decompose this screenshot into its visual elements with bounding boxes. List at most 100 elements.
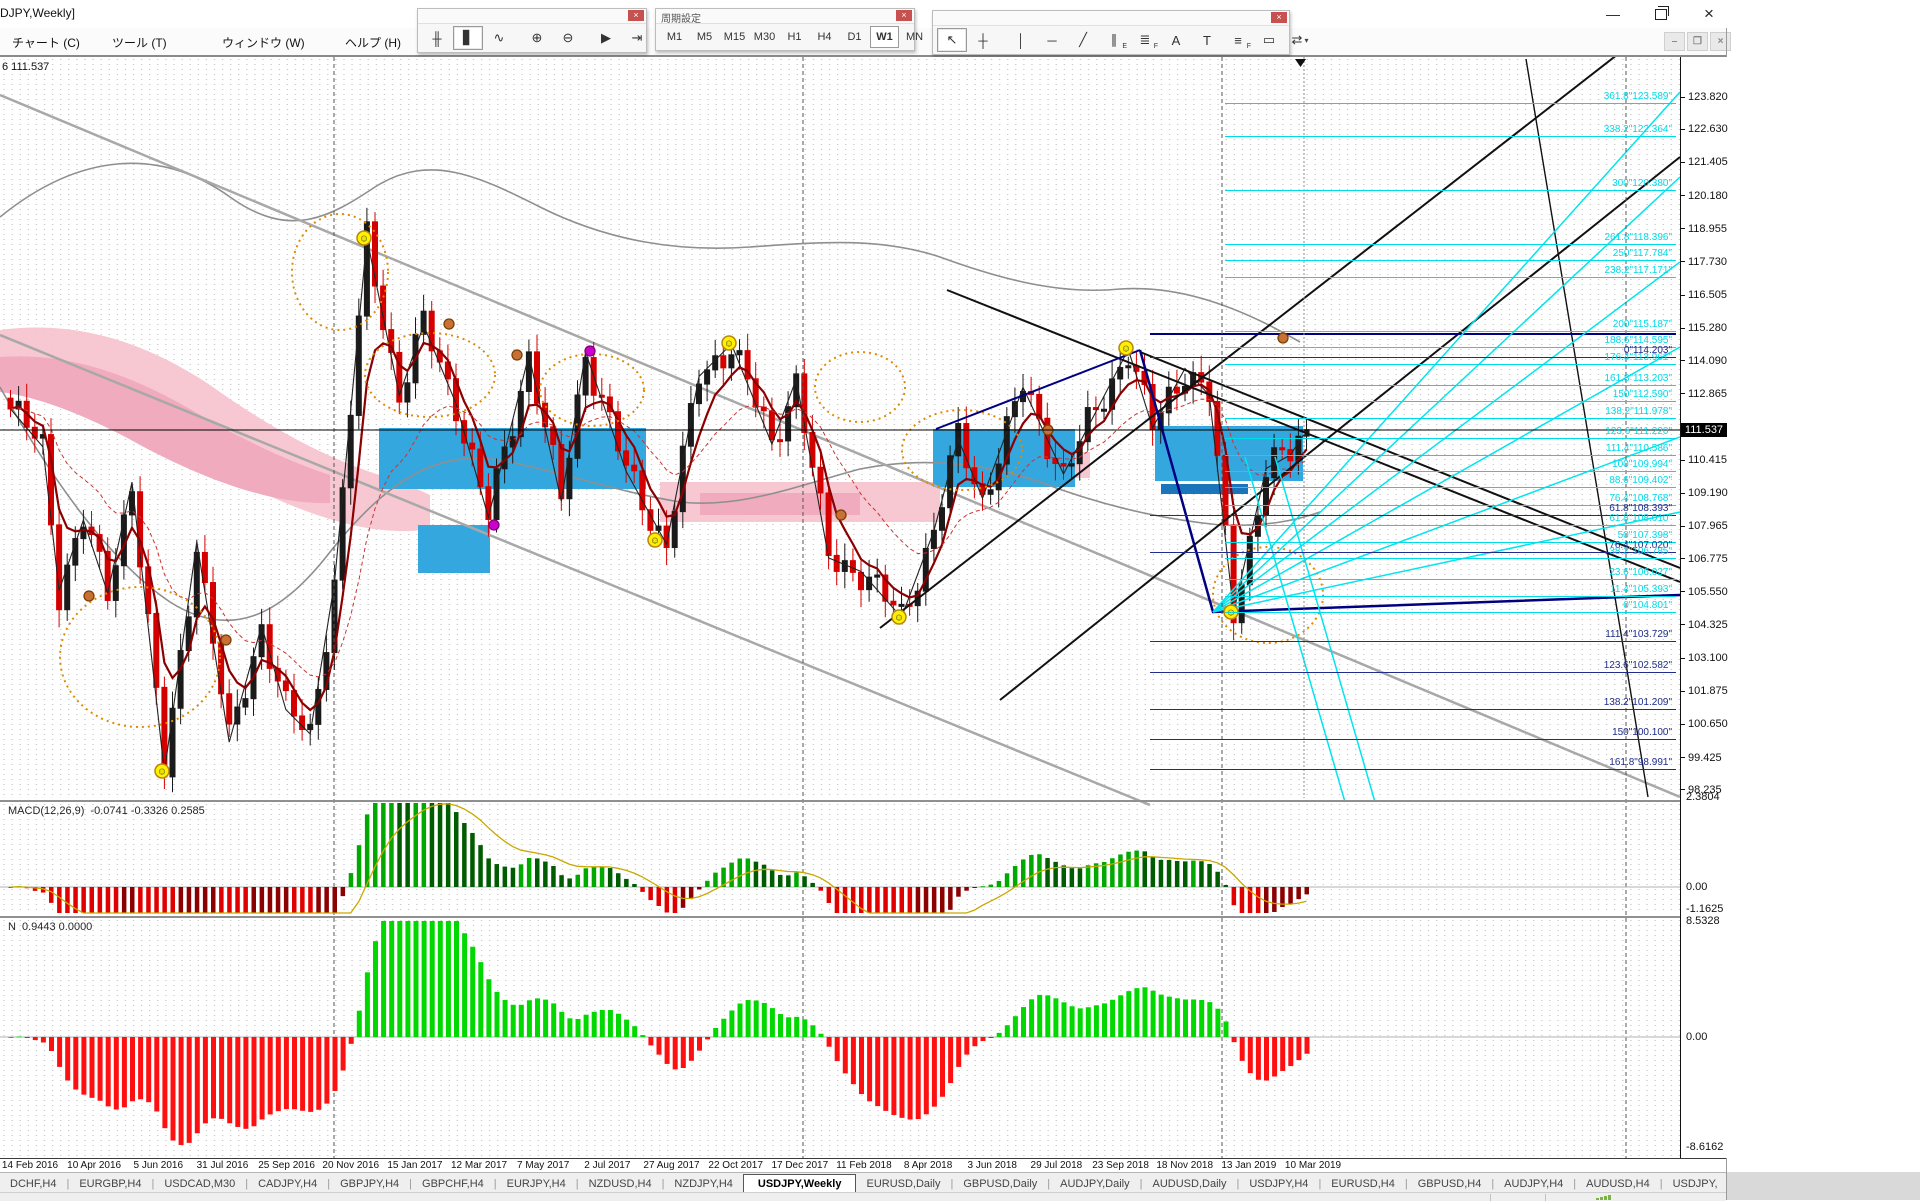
chart-tab-gbpchf-h4[interactable]: GBPCHF,H4 (412, 1175, 494, 1193)
chart-tab-audusd-daily[interactable]: AUDUSD,Daily (1143, 1175, 1237, 1193)
fib-level-line[interactable] (1150, 769, 1676, 770)
chart-tab-usdjpy-h4[interactable]: USDJPY,H4 (1239, 1175, 1318, 1193)
fib-level-line[interactable] (1225, 277, 1676, 278)
fib-level-line[interactable] (1225, 471, 1676, 472)
period-button-h4[interactable]: H4 (810, 26, 839, 48)
chart-tab-nzdusd-h4[interactable]: NZDUSD,H4 (579, 1175, 662, 1193)
price-tick: 105.550 (1688, 586, 1728, 598)
close-icon[interactable]: × (1698, 4, 1720, 24)
svg-text:☺: ☺ (650, 536, 660, 547)
bar-chart-button[interactable]: ╫ (422, 26, 452, 50)
fib-level-line[interactable] (1225, 612, 1676, 613)
fib-level-label: 100"109.994" (1552, 459, 1672, 470)
chart-tab-eurgbp-h4[interactable]: EURGBP,H4 (69, 1175, 151, 1193)
menu-help[interactable]: ヘルプ (H) (345, 34, 401, 51)
vertical-line-button[interactable]: │ (1006, 28, 1036, 52)
period-button-w1[interactable]: W1 (870, 26, 899, 48)
zoom-out-button[interactable]: ⊖ (553, 26, 583, 50)
fib-level-line[interactable] (1225, 401, 1676, 402)
fib-level-line[interactable] (1225, 190, 1676, 191)
fib-level-line[interactable] (1225, 385, 1676, 386)
period-toolbar-handle[interactable]: 周期設定 × (656, 9, 914, 24)
trendline-button[interactable]: ╱ (1068, 28, 1098, 52)
cursor-button[interactable]: ↖ (937, 28, 967, 52)
date-tick-label: 27 Aug 2017 (643, 1160, 699, 1171)
vertical-dashed-lines[interactable] (334, 57, 1626, 1158)
period-button-m15[interactable]: M15 (720, 26, 749, 48)
candlestick-chart-button[interactable]: ▋ (453, 26, 483, 50)
period-toolbar-close-icon[interactable]: × (896, 10, 912, 21)
fib-level-line[interactable] (1150, 641, 1676, 642)
text-label-button[interactable]: T (1192, 28, 1222, 52)
draw-toolbar-handle[interactable]: × (933, 11, 1289, 26)
menu-tools[interactable]: ツール (T) (112, 34, 167, 51)
fib-level-line[interactable] (1225, 103, 1676, 104)
fib-level-line[interactable] (1225, 418, 1676, 419)
chart-toolbar-close-icon[interactable]: × (628, 10, 644, 21)
chart-tab-audjpy-h4[interactable]: AUDJPY,H4 (1494, 1175, 1573, 1193)
fib-level-line[interactable] (1225, 260, 1676, 261)
osc-pane-divider[interactable] (0, 916, 1726, 918)
menu-window[interactable]: ウィンドウ (W) (222, 34, 305, 51)
chart-minimize-icon[interactable]: – (1664, 32, 1685, 51)
chart-tab-audusd-h4[interactable]: AUDUSD,H4 (1576, 1175, 1660, 1193)
fib-level-line[interactable] (1225, 331, 1676, 332)
minimize-icon[interactable]: — (1602, 4, 1624, 24)
horizontal-line-button[interactable]: ─ (1037, 28, 1067, 52)
price-tick: 109.190 (1688, 487, 1728, 499)
line-chart-button[interactable]: ∿ (484, 26, 514, 50)
fib-level-line[interactable] (1225, 579, 1676, 580)
fib-level-line[interactable] (1225, 136, 1676, 137)
chart-tab-eurusd-daily[interactable]: EURUSD,Daily (856, 1175, 950, 1193)
period-button-m5[interactable]: M5 (690, 26, 719, 48)
period-button-m1[interactable]: M1 (660, 26, 689, 48)
rectangle-button[interactable]: ▭ (1254, 28, 1284, 52)
fib-level-line[interactable] (1225, 525, 1676, 526)
fib-level-line[interactable] (1225, 364, 1676, 365)
chart-tab-audjpy-daily[interactable]: AUDJPY,Daily (1050, 1175, 1140, 1193)
fib-level-line[interactable] (1225, 455, 1676, 456)
chart-tab-cadjpy-h4[interactable]: CADJPY,H4 (248, 1175, 327, 1193)
chart-tab-nzdjpy-h4[interactable]: NZDJPY,H4 (664, 1175, 742, 1193)
chart-tab-usdjpy-[interactable]: USDJPY, (1663, 1175, 1726, 1193)
price-axis[interactable]: 123.820122.630121.405120.180118.955117.7… (1680, 57, 1727, 1158)
fib-level-line[interactable] (1225, 438, 1676, 439)
chart-tab-gbpjpy-h4[interactable]: GBPJPY,H4 (330, 1175, 409, 1193)
chart-tab-usdcad-m30[interactable]: USDCAD,M30 (154, 1175, 245, 1193)
draw-toolbar-close-icon[interactable]: × (1271, 12, 1287, 23)
chart-tab-eurjpy-h4[interactable]: EURJPY,H4 (497, 1175, 576, 1193)
chart-tab-dchf-h4[interactable]: DCHF,H4 (0, 1175, 66, 1193)
equidistant-channel-button[interactable]: ∥E (1099, 28, 1129, 52)
date-axis[interactable]: 14 Feb 201610 Apr 20165 Jun 201631 Jul 2… (0, 1158, 1726, 1173)
text-button[interactable]: A (1161, 28, 1191, 52)
macd-pane-divider[interactable] (0, 800, 1726, 802)
chart-shift-button[interactable]: ⇥ (622, 26, 652, 50)
fib-level-label: 161.8"113.203" (1552, 373, 1672, 384)
fib-level-line[interactable] (1150, 672, 1676, 673)
crosshair-button[interactable]: ┼ (968, 28, 998, 52)
fib-level-line[interactable] (1150, 739, 1676, 740)
chart-tab-usdjpy-weekly[interactable]: USDJPY,Weekly (743, 1174, 857, 1193)
period-button-mn[interactable]: MN (900, 26, 929, 48)
fibonacci-fan-button[interactable]: ≡F (1223, 28, 1253, 52)
fibonacci-retracement-button[interactable]: ≣F (1130, 28, 1160, 52)
fib-level-line[interactable] (1150, 709, 1676, 710)
fib-level-line[interactable] (1225, 596, 1676, 597)
chart-restore-icon[interactable]: ❐ (1687, 32, 1708, 51)
menu-chart[interactable]: チャート (C) (12, 34, 80, 51)
period-button-h1[interactable]: H1 (780, 26, 809, 48)
chart-tab-gbpusd-h4[interactable]: GBPUSD,H4 (1408, 1175, 1492, 1193)
period-button-m30[interactable]: M30 (750, 26, 779, 48)
restore-icon[interactable] (1650, 4, 1672, 24)
chart-tab-gbpusd-daily[interactable]: GBPUSD,Daily (953, 1175, 1047, 1193)
period-button-d1[interactable]: D1 (840, 26, 869, 48)
zoom-in-button[interactable]: ⊕ (522, 26, 552, 50)
arrows-button[interactable]: ⇄▾ (1285, 28, 1315, 52)
fib-level-line[interactable] (1225, 487, 1676, 488)
chart-close-icon[interactable]: × (1710, 32, 1731, 51)
auto-scroll-button[interactable]: ▶ (591, 26, 621, 50)
chart-tab-eurusd-h4[interactable]: EURUSD,H4 (1321, 1175, 1405, 1193)
fib-level-line[interactable] (1225, 558, 1676, 559)
fib-level-line[interactable] (1225, 244, 1676, 245)
chart-toolbar-handle[interactable]: × (418, 9, 646, 24)
